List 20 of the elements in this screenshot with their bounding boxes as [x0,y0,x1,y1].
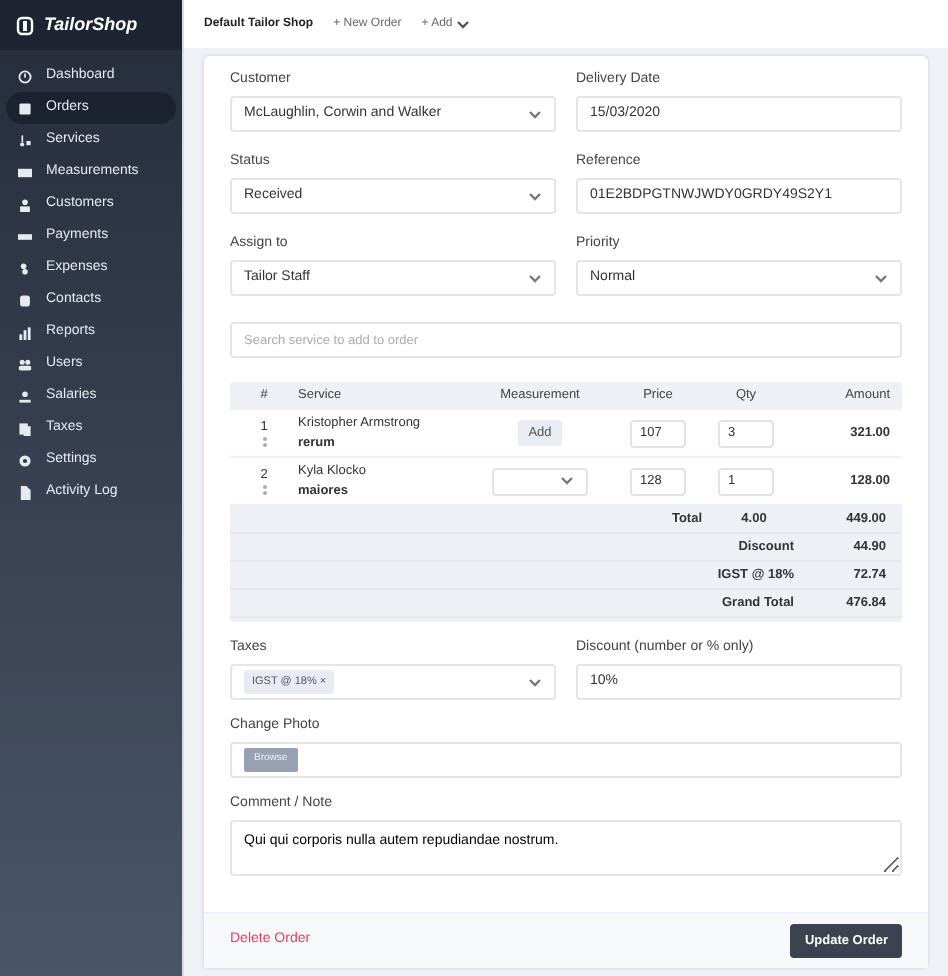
settings-icon [18,453,32,467]
chevron-icon [874,273,888,283]
person-icon [18,389,32,403]
chevron-icon [528,273,542,283]
drag-handle-icon[interactable] [261,436,267,449]
people-icon [18,357,32,371]
coins-icon [18,261,32,275]
chevron-icon [528,677,542,687]
brand-name: TailorShop [44,11,138,38]
measurement-select[interactable] [492,467,588,495]
chevron-icon [528,191,542,201]
chevron-icon [560,476,574,486]
gauge-icon [18,69,32,83]
bar-chart-icon [18,325,32,339]
drag-handle-icon[interactable] [261,484,267,497]
logo-icon [16,15,34,35]
document-icon [18,421,32,435]
person-icon [18,197,32,211]
chevron-icon [528,109,542,119]
file-icon [18,485,32,499]
